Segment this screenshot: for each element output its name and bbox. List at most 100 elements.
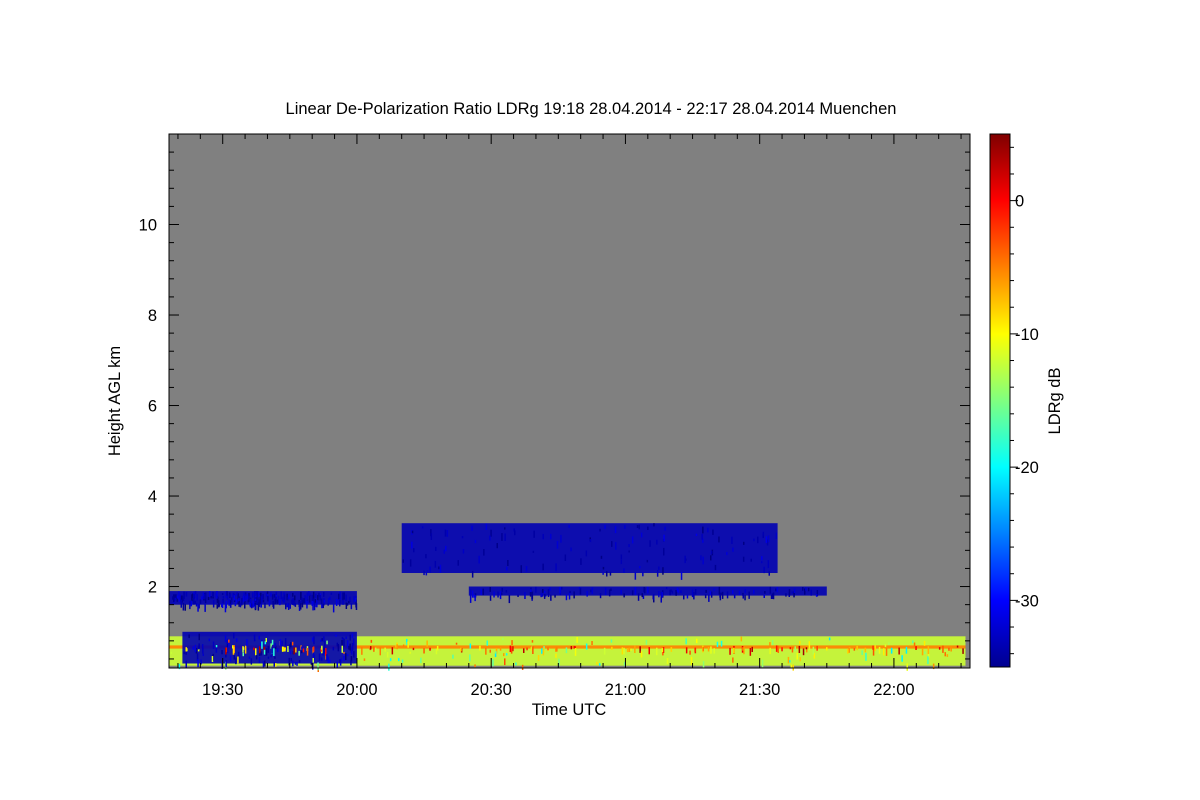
heatmap-pixel [264,602,266,609]
heatmap-pixel [653,523,655,527]
heatmap-pixel [221,649,223,655]
heatmap-pixel [944,652,946,657]
heatmap-pixel [711,550,713,555]
heatmap-pixel [306,601,308,609]
heatmap-pixel [335,634,337,637]
heatmap-pixel [208,638,211,642]
heatmap-pixel [426,570,429,573]
heatmap-pixel [560,534,562,543]
heatmap-pixel [531,591,534,599]
heatmap-pixel [561,586,563,590]
heatmap-pixel [769,642,771,646]
heatmap-pixel [283,600,285,603]
heatmap-pixel [226,591,228,596]
heatmap-pixel [604,587,607,595]
heatmap-pixel [473,594,476,598]
heatmap-pixel [238,598,240,601]
heatmap-pixel [501,587,503,592]
heatmap-pixel [946,654,949,657]
heatmap-pixel [905,646,908,654]
heatmap-pixel [411,541,413,549]
heatmap-pixel [455,642,458,645]
heatmap-pixel [628,550,630,553]
heatmap-pixel [614,526,617,534]
heatmap-pixel [423,648,425,654]
heatmap-pixel [702,526,704,534]
heatmap-pixel [311,594,313,601]
heatmap-pixel [388,663,390,671]
heatmap-pixel [599,528,601,532]
heatmap-pixel [493,591,495,598]
heatmap-pixel [541,648,543,654]
heatmap-pixel [815,594,818,597]
heatmap-pixel [542,533,544,540]
heatmap-pixel [710,555,712,561]
heatmap-pixel [485,523,488,530]
heatmap-pixel [585,643,588,650]
heatmap-pixel [409,651,411,654]
heatmap-pixel [691,589,694,598]
heatmap-pixel [444,529,447,537]
heatmap-pixel [658,591,660,598]
heatmap-pixel [290,658,292,662]
heatmap-pixel [663,547,665,556]
heatmap-pixel [574,648,577,656]
heatmap-pixel [474,539,477,544]
heatmap-pixel [888,642,890,645]
heatmap-pixel [191,594,193,602]
heatmap-pixel [602,572,604,575]
heatmap-pixel [603,647,606,655]
heatmap-pixel [743,541,745,545]
heatmap-pixel [499,591,502,600]
heatmap-pixel [313,602,316,611]
heatmap-pixel [402,559,404,563]
heatmap-pixel [812,646,815,655]
heatmap-pixel [689,650,691,655]
heatmap-pixel [183,591,185,599]
heatmap-pixel [341,639,343,646]
heatmap-pixel [413,548,415,553]
heatmap-pixel [656,647,658,656]
heatmap-pixel [255,655,258,660]
heatmap-pixel [253,647,255,651]
heatmap-pixel [322,653,324,656]
heatmap-pixel [620,554,623,560]
heatmap-pixel [489,649,491,653]
heatmap-pixel [749,648,752,656]
heatmap-pixel [245,596,247,601]
heatmap-pixel [644,587,646,594]
heatmap-pixel [762,531,765,536]
heatmap-pixel [306,592,308,600]
heatmap-pixel [591,587,594,594]
heatmap-pixel [938,647,941,650]
heatmap-pixel [289,650,292,655]
heatmap-pixel [549,587,551,591]
heatmap-pixel [956,645,959,648]
heatmap-pixel [284,638,287,646]
x-axis-label: Time UTC [532,701,607,719]
heatmap-pixel [202,653,204,656]
heatmap-pixel [847,649,849,654]
heatmap-pixel [228,599,230,606]
heatmap-pixel [615,542,617,550]
heatmap-pixel [611,646,613,650]
heatmap-pixel [664,526,666,531]
heatmap-pixel [640,651,643,658]
heatmap-pixel [264,660,266,667]
heatmap-pixel [555,563,557,572]
heatmap-pixel [321,645,323,650]
heatmap-pixel [505,590,508,593]
heatmap-pixel [626,648,629,653]
heatmap-pixel [212,591,214,598]
heatmap-pixel [335,599,338,606]
colorbar-tick-label: 0 [1015,193,1024,211]
heatmap-pixel [304,595,307,604]
heatmap-pixel [300,603,302,610]
heatmap-pixel [312,604,314,611]
heatmap-pixel [634,572,637,580]
heatmap-pixel [540,593,542,598]
heatmap-pixel [765,536,768,543]
heatmap-pixel [199,599,202,604]
heatmap-pixel [346,640,349,648]
heatmap-pixel [848,647,850,653]
